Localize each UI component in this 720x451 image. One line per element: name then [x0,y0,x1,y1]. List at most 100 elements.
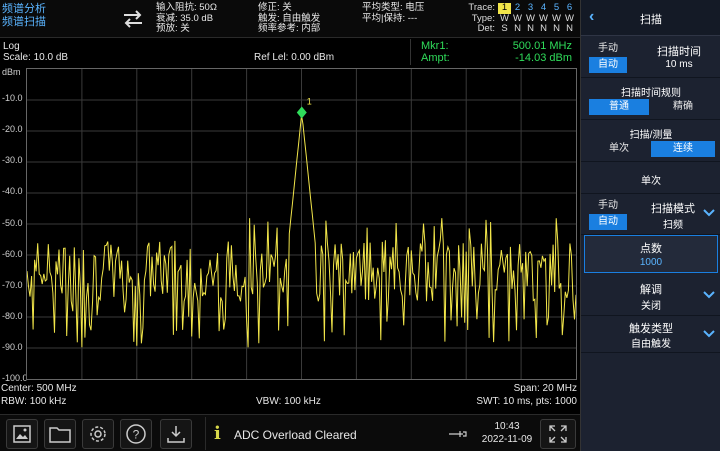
y-label-50: -50.0 [2,218,23,228]
freq-ref: 频率参考: 内部 [258,23,321,34]
det-3: N [527,23,534,34]
sweep-rule-accurate[interactable]: 精确 [653,99,713,115]
det-4: N [540,23,547,34]
single-sweep-button[interactable]: 单次 [581,163,720,194]
mode-indicator[interactable]: 频谱分析 频谱扫描 [2,3,46,29]
ref-level[interactable]: Ref Lel: 0.00 dBm [254,52,334,63]
fullscreen-button[interactable] [540,419,576,449]
bottom-bar: ? i ADC Overload Cleared 10:43 2022-11-0… [0,414,580,451]
trace-5: 5 [553,2,560,13]
y-label-90: -90.0 [2,342,23,352]
scale-value[interactable]: Scale: 10.0 dB [3,52,68,63]
trace-6: 6 [566,2,573,13]
help-button[interactable]: ? [120,419,152,449]
trace-1: 1 [498,2,511,14]
swap-icon[interactable] [118,4,148,34]
gear-icon [90,426,106,442]
menu-demod[interactable]: 解调 关闭 [581,276,720,316]
sweep-measure-title: 扫描/测量 [629,130,673,141]
usb-icon [440,417,475,450]
ampt-label: Ampt: [421,52,450,64]
settings-button[interactable] [82,419,114,449]
points-value: 1000 [639,257,663,268]
avg-hold: 平均|保持: --- [362,12,418,24]
y-unit: dBm [2,67,21,77]
menu-sweep-measure[interactable]: 扫描/测量 单次 连续 [581,121,720,162]
plot-header: Log Scale: 10.0 dB Ref Lel: 0.00 dBm Mkr… [0,39,580,67]
average-settings[interactable]: 平均类型: 电压 平均|保持: --- [362,2,425,24]
sweep-mode-manual[interactable]: 手动 [589,198,627,214]
trace-3: 3 [527,2,534,13]
demod-value: 关闭 [641,301,661,312]
scale-type: Log [3,41,20,52]
sweep-menu-panel: ‹ 扫描 手动 自动 扫描时间 10 ms 扫描时间规则 普通 精确 扫描/测量… [580,0,720,451]
panel-header: ‹ 扫描 [581,0,720,36]
sweep-time-value: 10 ms [665,59,693,70]
sweep-rule-title: 扫描时间规则 [621,88,681,99]
screenshot-button[interactable] [6,419,38,449]
input-settings[interactable]: 输入阻抗: 50Ω 衰减: 35.0 dB 预放: 关 [156,2,217,35]
trace-4: 4 [540,2,547,13]
screenshot-icon [13,425,31,443]
sweep-rule-normal[interactable]: 普通 [589,99,649,115]
sweep-time-points[interactable]: SWT: 10 ms, pts: 1000 [476,396,577,407]
y-label-10: -10.0 [2,93,23,103]
mkr-freq: 500.01 MHz [512,40,572,52]
marker-1-diamond [296,106,307,119]
center-freq[interactable]: Center: 500 MHz [1,383,77,394]
marker-1-label: 1 [307,96,312,106]
mode-line2: 频谱扫描 [2,16,46,28]
save-button[interactable] [160,419,192,449]
message-area[interactable]: i ADC Overload Cleared [205,417,437,450]
menu-sweep-mode[interactable]: 手动 自动 扫描模式 扫频 [581,195,720,235]
status-message: ADC Overload Cleared [234,428,357,442]
sweep-time-auto[interactable]: 自动 [589,57,627,73]
help-icon: ? [126,424,146,444]
y-label-30: -30.0 [2,155,23,165]
y-label-70: -70.0 [2,280,23,290]
sweep-measure-single[interactable]: 单次 [589,141,649,157]
avg-type: 平均类型: 电压 [362,2,425,13]
mkr-ampt: -14.03 dBm [515,52,572,64]
y-label-20: -20.0 [2,124,23,134]
y-label-40: -40.0 [2,186,23,196]
y-label-80: -80.0 [2,311,23,321]
menu-sweep-time[interactable]: 手动 自动 扫描时间 10 ms [581,37,720,78]
trigger-type-title: 触发类型 [629,323,673,335]
det-label: Det: [477,23,495,34]
sweep-mode-title: 扫描模式 [651,203,695,215]
trigger-settings[interactable]: 修正: 关 触发: 自由触发 频率参考: 内部 [258,2,321,35]
chevron-down-icon [703,330,715,338]
demod-title: 解调 [640,284,662,296]
file-button[interactable] [44,419,76,449]
sweep-mode-value: 扫频 [663,220,683,231]
det-2: N [514,23,521,34]
sweep-time-manual[interactable]: 手动 [589,41,627,57]
menu-trigger-type[interactable]: 触发类型 自由触发 [581,317,720,353]
single-sweep-label: 单次 [641,176,661,187]
trace-status[interactable]: Trace: 1 2 3 4 5 6 Type: W W W W W W Det… [466,2,576,35]
clock: 10:43 2022-11-09 [478,420,536,446]
chevron-down-icon [703,291,715,299]
spectrum-plot[interactable]: 1 [26,68,577,380]
sweep-mode-auto[interactable]: 自动 [589,214,627,230]
trigger-type-value: 自由触发 [631,339,671,350]
chevron-down-icon [703,209,715,217]
menu-sweep-rule[interactable]: 扫描时间规则 普通 精确 [581,79,720,120]
menu-points[interactable]: 点数 1000 [584,235,718,273]
vbw[interactable]: VBW: 100 kHz [256,396,321,407]
status-bar: 频谱分析 频谱扫描 输入阻抗: 50Ω 衰减: 35.0 dB 预放: 关 修正… [0,0,580,38]
expand-icon [549,425,567,443]
preamp: 预放: 关 [156,23,190,34]
det-6: N [566,23,573,34]
spectrum-svg: 1 [27,69,576,379]
points-title: 点数 [640,243,662,255]
span[interactable]: Span: 20 MHz [514,383,577,394]
rbw[interactable]: RBW: 100 kHz [1,396,66,407]
correction: 修正: 关 [258,2,292,13]
marker-readout[interactable]: Mkr1: 500.01 MHz Ampt: -14.03 dBm [410,39,578,65]
det-1: S [501,23,508,34]
download-icon [167,426,185,443]
clock-time: 10:43 [494,421,520,432]
sweep-measure-continuous[interactable]: 连续 [651,141,715,157]
